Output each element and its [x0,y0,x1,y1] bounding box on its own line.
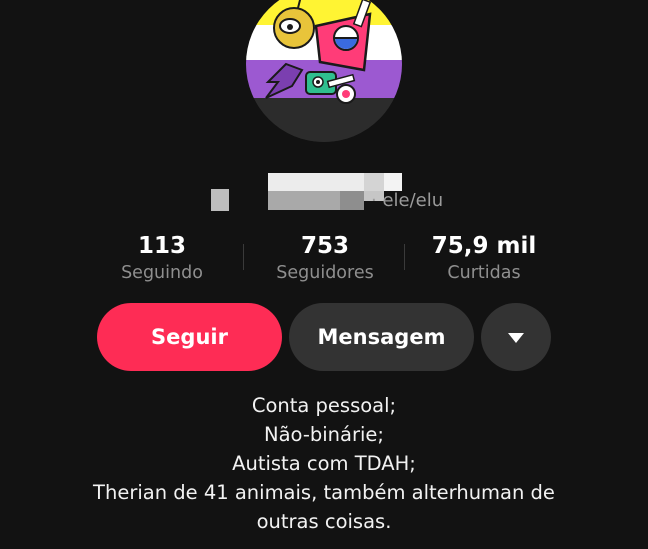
pronouns: · ele/elu [371,190,444,211]
follow-button[interactable]: Seguir [97,303,282,371]
followers-count: 753 [300,233,349,259]
stat-followers[interactable]: 753 Seguidores [245,232,405,286]
bio-line: Therian de 41 animais, também alterhuman… [93,481,555,504]
redacted-username [0,168,648,216]
following-label: Seguindo [121,263,203,283]
bio-line: outras coisas. [256,510,392,533]
bio-line: Não-binárie; [264,423,384,446]
profile-bio: Conta pessoal; Não-binárie; Autista com … [40,391,608,536]
likes-count: 75,9 mil [431,233,537,259]
caret-down-icon [508,333,524,343]
nonbinary-flag-character-avatar [246,0,402,142]
profile-avatar[interactable] [246,0,402,142]
message-button[interactable]: Mensagem [289,303,474,371]
followers-label: Seguidores [276,263,374,283]
bio-line: Autista com TDAH; [232,452,416,475]
more-options-button[interactable] [481,303,551,371]
stat-divider [243,244,244,270]
bio-line: Conta pessoal; [251,394,397,417]
stat-following[interactable]: 113 Seguindo [82,232,242,286]
following-count: 113 [137,233,186,259]
stat-likes[interactable]: 75,9 mil Curtidas [404,232,564,286]
likes-label: Curtidas [447,263,521,283]
